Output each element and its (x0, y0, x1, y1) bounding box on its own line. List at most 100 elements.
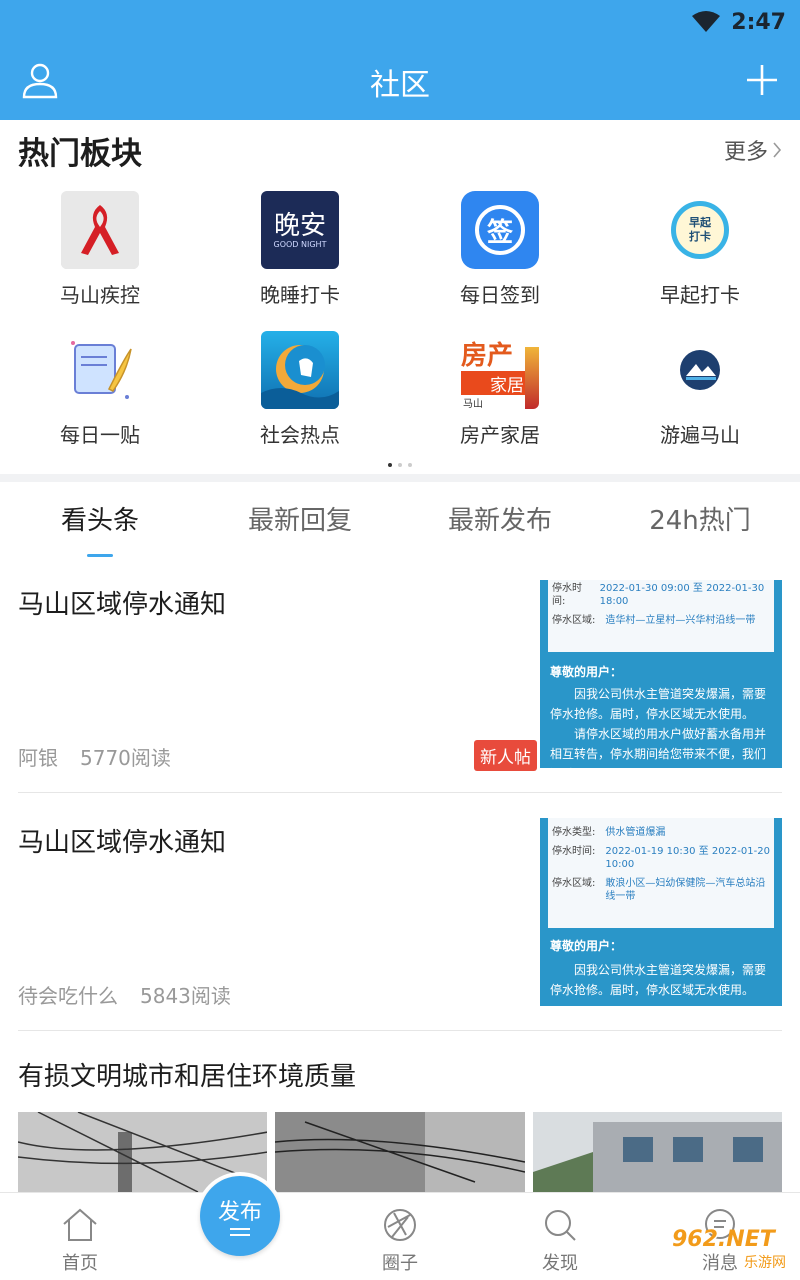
nav-discover[interactable]: 发现 (500, 1207, 620, 1275)
post-title: 有损文明城市和居住环境质量 (18, 1062, 357, 1092)
post-meta: 待会吃什么 5843阅读 (18, 980, 231, 1009)
nav-label: 首页 (62, 1253, 98, 1274)
tab-headlines[interactable]: 看头条 (0, 500, 200, 537)
section-label: 每日签到 (460, 283, 540, 307)
section-label: 社会热点 (260, 423, 340, 447)
notice-greeting: 尊敬的用户： (550, 939, 623, 953)
status-time: 2:47 (731, 9, 786, 35)
wifi-icon (692, 11, 721, 32)
alarm-clock-icon: 早起 打卡 (661, 191, 739, 269)
section-item-daily-post[interactable]: 每日一贴 (0, 320, 200, 450)
menu-lines-icon (230, 1228, 250, 1236)
section-item-real-estate[interactable]: 房产 家居 马山 房产家居 (400, 320, 600, 450)
notice-value: 造华村—立星村—兴华村沿线一带 (605, 615, 756, 626)
section-label: 早起打卡 (660, 283, 740, 307)
thumb-text: 房产 (461, 341, 514, 371)
new-user-badge: 新人帖 (474, 740, 537, 771)
real-estate-icon: 房产 家居 马山 (461, 331, 539, 409)
thumb-text: 打卡 (689, 230, 711, 243)
notice-body: 尊敬的用户： 因我公司供水主管道突发爆漏，需要停水抢修。届时，停水区域无水使用。… (550, 662, 774, 768)
notice-value: 2022-01-19 10:30 至 2022-01-20 10:00 (605, 846, 770, 870)
hot-sections-grid: 马山疾控 晚安 GOOD NIGHT 晚睡打卡 签 每日签到 早起 打卡 早起打… (0, 180, 800, 450)
notice-label: 停水类型: (552, 827, 596, 838)
publish-label: 发布 (217, 1200, 262, 1225)
tab-latest-posts[interactable]: 最新发布 (400, 500, 600, 537)
chevron-right-icon (773, 142, 782, 158)
section-label: 马山疾控 (60, 283, 140, 307)
section-label: 游遍马山 (660, 423, 740, 447)
nav-label: 圈子 (382, 1253, 418, 1274)
post-reads: 5843阅读 (140, 984, 231, 1008)
travel-logo-icon (661, 331, 739, 409)
goodnight-icon: 晚安 GOOD NIGHT (261, 191, 339, 269)
home-icon (63, 1208, 97, 1241)
section-title: 热门板块 (18, 136, 142, 172)
post-thumbnail: 停水类型: 供水管道爆漏 停水时间: 2022-01-19 10:30 至 2022… (540, 818, 782, 1006)
section-label: 晚睡打卡 (260, 283, 340, 307)
post-photo (275, 1112, 525, 1192)
notice-label: 停水区域: (552, 615, 596, 626)
notice-greeting: 尊敬的用户： (550, 665, 623, 679)
thumb-subtext: GOOD NIGHT (273, 239, 327, 249)
tab-24h-hot[interactable]: 24h热门 (600, 500, 800, 537)
thumb-text: 晚安 (273, 210, 326, 241)
thumb-text: 早起 (689, 216, 711, 229)
page-title: 社区 (370, 68, 430, 103)
notice-paper: 停水类型: 供水管道爆漏 停水时间: 2022-01-19 10:30 至 2022… (548, 818, 774, 928)
post-reads: 5770阅读 (80, 746, 171, 770)
section-item-social-hot[interactable]: 社会热点 (200, 320, 400, 450)
section-label: 房产家居 (460, 423, 540, 447)
status-bar: 2:47 (691, 8, 786, 36)
add-post-button[interactable] (738, 56, 786, 104)
hot-sections-header: 热门板块 更多 (0, 120, 800, 178)
post-photo-row (18, 1112, 782, 1192)
notice-label: 停水时间: (552, 583, 582, 607)
watermark-text: 962.NET (672, 1227, 775, 1252)
publish-button[interactable]: 发布 (196, 1172, 284, 1260)
aids-ribbon-icon (61, 191, 139, 269)
feed-tabs: 看头条 最新回复 最新发布 24h热门 (0, 482, 800, 560)
post-divider (18, 792, 782, 793)
section-item-daily-checkin[interactable]: 签 每日签到 (400, 180, 600, 310)
thumb-text: 签 (475, 205, 525, 255)
post-meta: 阿银 5770阅读 (18, 742, 171, 771)
page-indicator (0, 452, 800, 471)
more-link[interactable]: 更多 (724, 134, 782, 166)
post-thumbnail: 停水时间: 2022-01-30 09:00 至 2022-01-30 18:00… (540, 580, 782, 768)
page-dot (398, 463, 402, 467)
page-dot (408, 463, 412, 467)
section-item-early-rise[interactable]: 早起 打卡 早起打卡 (600, 180, 800, 310)
post-author: 待会吃什么 (18, 984, 118, 1008)
post-item[interactable]: 有损文明城市和居住环境质量 (18, 1056, 782, 1096)
notice-value: 供水管道爆漏 (605, 827, 666, 838)
section-label: 每日一贴 (60, 423, 140, 447)
social-hot-icon (261, 331, 339, 409)
post-item[interactable]: 马山区域停水通知 阿银 5770阅读 新人帖 停水时间: 2022-01-30 0… (18, 580, 782, 771)
watermark-subtext: 乐游网 (744, 1255, 786, 1271)
plus-icon (747, 65, 777, 95)
search-icon (545, 1210, 576, 1241)
notice-text: 请停水区域的用水户做好蓄水备用并相互转告，停水期间给您带来不便，我们深感 (550, 727, 767, 768)
tab-latest-replies[interactable]: 最新回复 (200, 500, 400, 537)
page-dot (388, 463, 392, 467)
nav-circle[interactable]: 圈子 (340, 1207, 460, 1275)
more-label: 更多 (723, 140, 768, 165)
notice-label: 停水区域: (552, 878, 596, 889)
post-item[interactable]: 马山区域停水通知 待会吃什么 5843阅读 停水类型: 供水管道爆漏 停水时间: 2… (18, 818, 782, 1009)
notice-text: 因我公司供水主管道突发爆漏，需要停水抢修。届时，停水区域无水使用。 (550, 963, 767, 997)
notice-body: 尊敬的用户： 因我公司供水主管道突发爆漏，需要停水抢修。届时，停水区域无水使用。 (550, 936, 774, 1000)
post-divider (18, 1030, 782, 1031)
section-item-mashan-cdc[interactable]: 马山疾控 (0, 180, 200, 310)
section-item-late-sleep[interactable]: 晚安 GOOD NIGHT 晚睡打卡 (200, 180, 400, 310)
thumb-text: 马山 (463, 399, 483, 409)
sign-in-icon: 签 (461, 191, 539, 269)
notice-value: 敢浪小区—妇幼保健院—汽车总站沿线一带 (605, 878, 766, 902)
active-tab-indicator (87, 554, 113, 557)
top-app-bar: 2:47 社区 (0, 0, 800, 120)
notice-value: 2022-01-30 09:00 至 2022-01-30 18:00 (599, 583, 765, 607)
section-item-travel-mashan[interactable]: 游遍马山 (600, 320, 800, 450)
nav-label: 发现 (542, 1253, 578, 1274)
nav-home[interactable]: 首页 (20, 1207, 140, 1275)
watermark-logo: 962.NET 乐游网 (672, 1228, 792, 1276)
notice-text: 因我公司供水主管道突发爆漏，需要停水抢修。届时，停水区域无水使用。 (550, 687, 767, 721)
